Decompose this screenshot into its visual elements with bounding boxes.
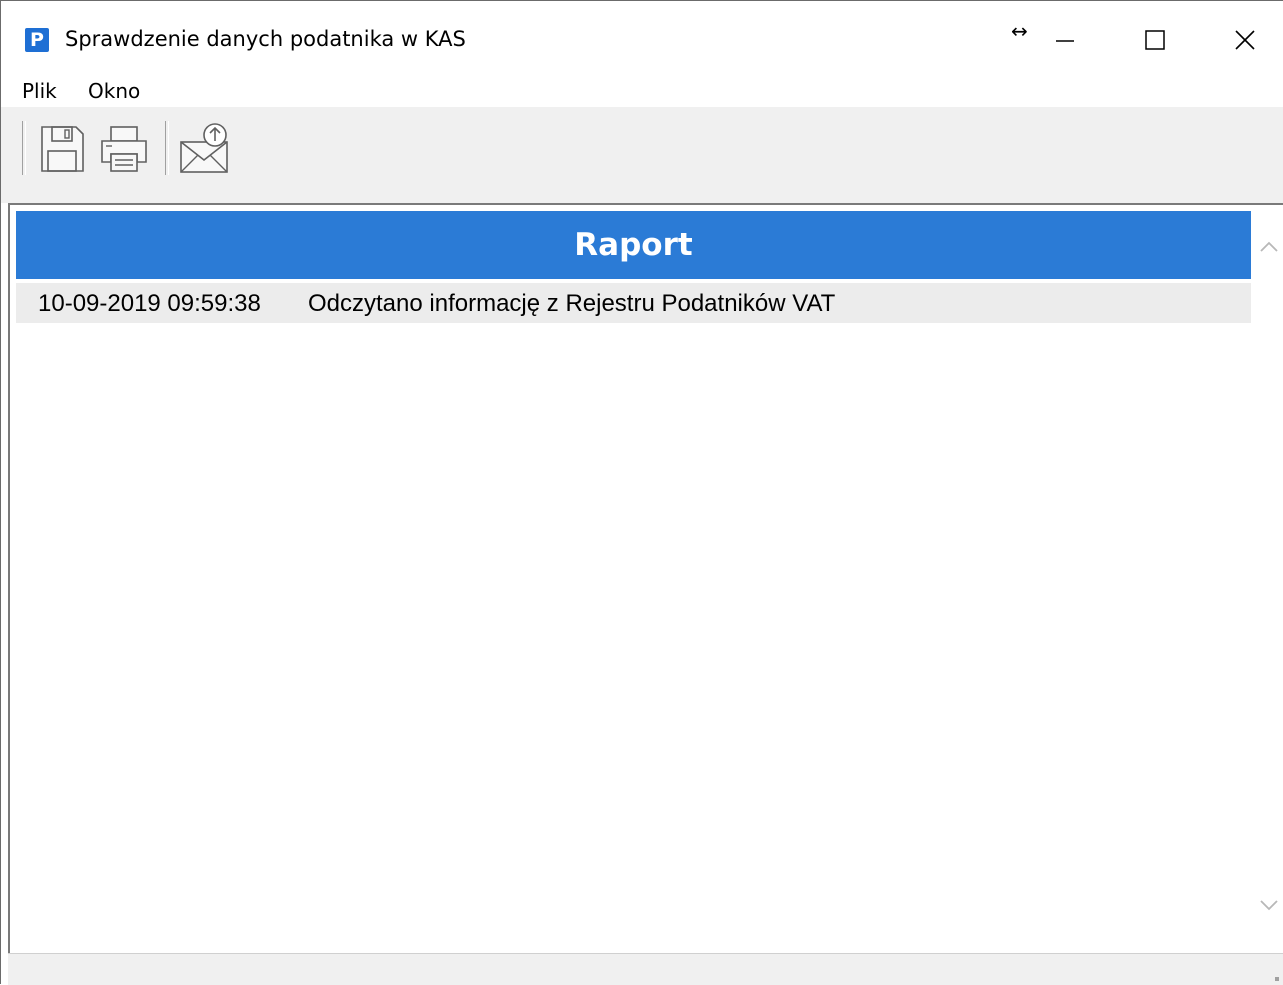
application-window: P Sprawdzenie danych podatnika w KAS ↔ P… [0, 0, 1283, 985]
report-header: Raport [16, 211, 1251, 279]
maximize-button[interactable] [1125, 15, 1185, 65]
print-button[interactable] [96, 121, 152, 177]
report-row-message: Odczytano informację z Rejestru Podatnik… [308, 290, 836, 317]
save-button[interactable] [34, 121, 90, 177]
app-logo-icon: P [25, 28, 49, 52]
size-grip-icon[interactable] [1275, 977, 1279, 981]
window-title: Sprawdzenie danych podatnika w KAS [65, 27, 466, 51]
send-mail-icon [180, 123, 228, 173]
toolbar [1, 107, 1283, 203]
status-bar [8, 953, 1283, 985]
report-panel: Raport 10-09-2019 09:59:38 Odczytano inf… [8, 203, 1283, 953]
toolbar-separator [22, 121, 26, 175]
toolbar-separator [165, 121, 169, 175]
title-bar[interactable]: P Sprawdzenie danych podatnika w KAS ↔ [1, 1, 1283, 73]
scroll-down-icon[interactable] [1259, 897, 1279, 913]
scroll-up-icon[interactable] [1259, 239, 1279, 255]
menu-item-okno[interactable]: Okno [88, 79, 140, 103]
menu-item-plik[interactable]: Plik [22, 79, 57, 103]
app-logo-letter: P [30, 29, 44, 51]
horizontal-resize-icon: ↔ [1011, 19, 1028, 43]
maximize-icon [1145, 30, 1165, 50]
print-icon [101, 126, 147, 172]
minimize-button[interactable] [1035, 15, 1095, 65]
report-row-timestamp: 10-09-2019 09:59:38 [38, 290, 261, 317]
vertical-scrollbar[interactable] [1253, 205, 1283, 953]
report-row: 10-09-2019 09:59:38 Odczytano informację… [16, 283, 1251, 323]
close-button[interactable] [1215, 15, 1275, 65]
save-icon [41, 126, 84, 172]
send-mail-button[interactable] [177, 121, 233, 177]
close-icon [1235, 30, 1255, 50]
minimize-icon [1056, 40, 1074, 42]
menu-bar: Plik Okno [1, 73, 1283, 107]
